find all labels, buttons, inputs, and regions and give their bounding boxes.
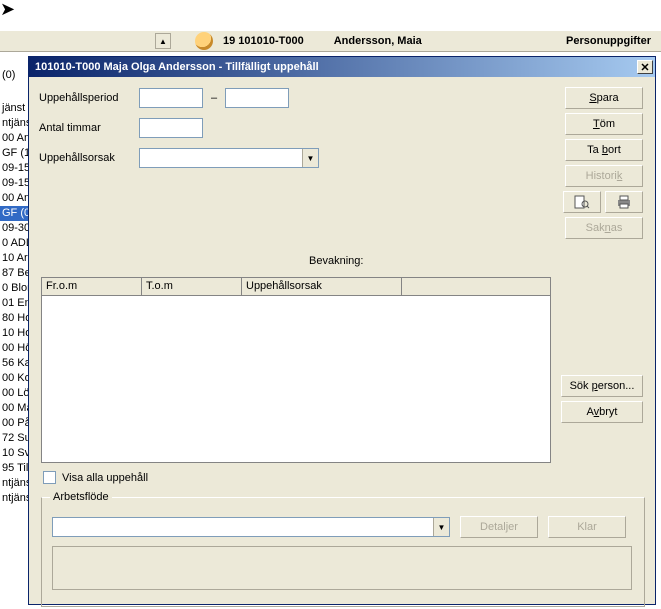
show-all-checkbox[interactable] bbox=[43, 471, 56, 484]
label-hours: Antal timmar bbox=[39, 122, 139, 134]
table-header: Fr.o.m T.o.m Uppehållsorsak bbox=[42, 278, 550, 296]
workflow-select[interactable]: ▼ bbox=[52, 517, 450, 537]
label-bevakning: Bevakning: bbox=[309, 255, 363, 267]
dialog-title: 101010-T000 Maja Olga Andersson - Tillfä… bbox=[35, 61, 319, 73]
cancel-button[interactable]: Avbryt bbox=[561, 401, 643, 423]
details-button: Detaljer bbox=[460, 516, 538, 538]
background-header: ▲ 19 101010-T000 Andersson, Maia Personu… bbox=[0, 30, 661, 52]
period-dash: – bbox=[211, 92, 217, 104]
hours-input[interactable] bbox=[139, 118, 203, 138]
workflow-group: Arbetsflöde ▼ Detaljer Klar bbox=[41, 497, 645, 607]
workflow-legend: Arbetsflöde bbox=[50, 491, 112, 503]
document-magnify-icon bbox=[574, 195, 590, 209]
print-button[interactable] bbox=[605, 191, 643, 213]
preview-button[interactable] bbox=[563, 191, 601, 213]
save-button[interactable]: Spara bbox=[565, 87, 643, 109]
dialog: 101010-T000 Maja Olga Andersson - Tillfä… bbox=[28, 56, 656, 605]
uppehall-table[interactable]: Fr.o.m T.o.m Uppehållsorsak bbox=[41, 277, 551, 463]
th-to: T.o.m bbox=[142, 278, 242, 295]
delete-button[interactable]: Ta bort bbox=[565, 139, 643, 161]
titlebar: 101010-T000 Maja Olga Andersson - Tillfä… bbox=[29, 57, 655, 77]
close-button[interactable]: ✕ bbox=[637, 60, 653, 74]
scroll-up-icon[interactable]: ▲ bbox=[155, 33, 171, 49]
chevron-down-icon: ▼ bbox=[302, 149, 318, 167]
period-to-input[interactable] bbox=[225, 88, 289, 108]
button-column: Spara Töm Ta bort Historik Saknas bbox=[563, 87, 643, 239]
avatar bbox=[195, 32, 213, 50]
label-showall: Visa alla uppehåll bbox=[62, 472, 148, 484]
search-person-button[interactable]: Sök person... bbox=[561, 375, 643, 397]
label-cause: Uppehållsorsak bbox=[39, 152, 139, 164]
header-name: Andersson, Maia bbox=[334, 35, 422, 47]
chevron-down-icon: ▼ bbox=[433, 518, 449, 536]
header-pid: 19 101010-T000 bbox=[223, 35, 304, 47]
workflow-panel bbox=[52, 546, 632, 590]
history-button: Historik bbox=[565, 165, 643, 187]
cursor-icon: ➤ bbox=[0, 0, 15, 18]
th-from: Fr.o.m bbox=[42, 278, 142, 295]
th-blank bbox=[402, 278, 550, 295]
th-cause: Uppehållsorsak bbox=[242, 278, 402, 295]
clear-button[interactable]: Töm bbox=[565, 113, 643, 135]
header-tab[interactable]: Personuppgifter bbox=[566, 35, 651, 47]
period-from-input[interactable] bbox=[139, 88, 203, 108]
printer-icon bbox=[616, 195, 632, 209]
cause-select[interactable]: ▼ bbox=[139, 148, 319, 168]
label-period: Uppehållsperiod bbox=[39, 92, 139, 104]
missing-button: Saknas bbox=[565, 217, 643, 239]
done-button: Klar bbox=[548, 516, 626, 538]
